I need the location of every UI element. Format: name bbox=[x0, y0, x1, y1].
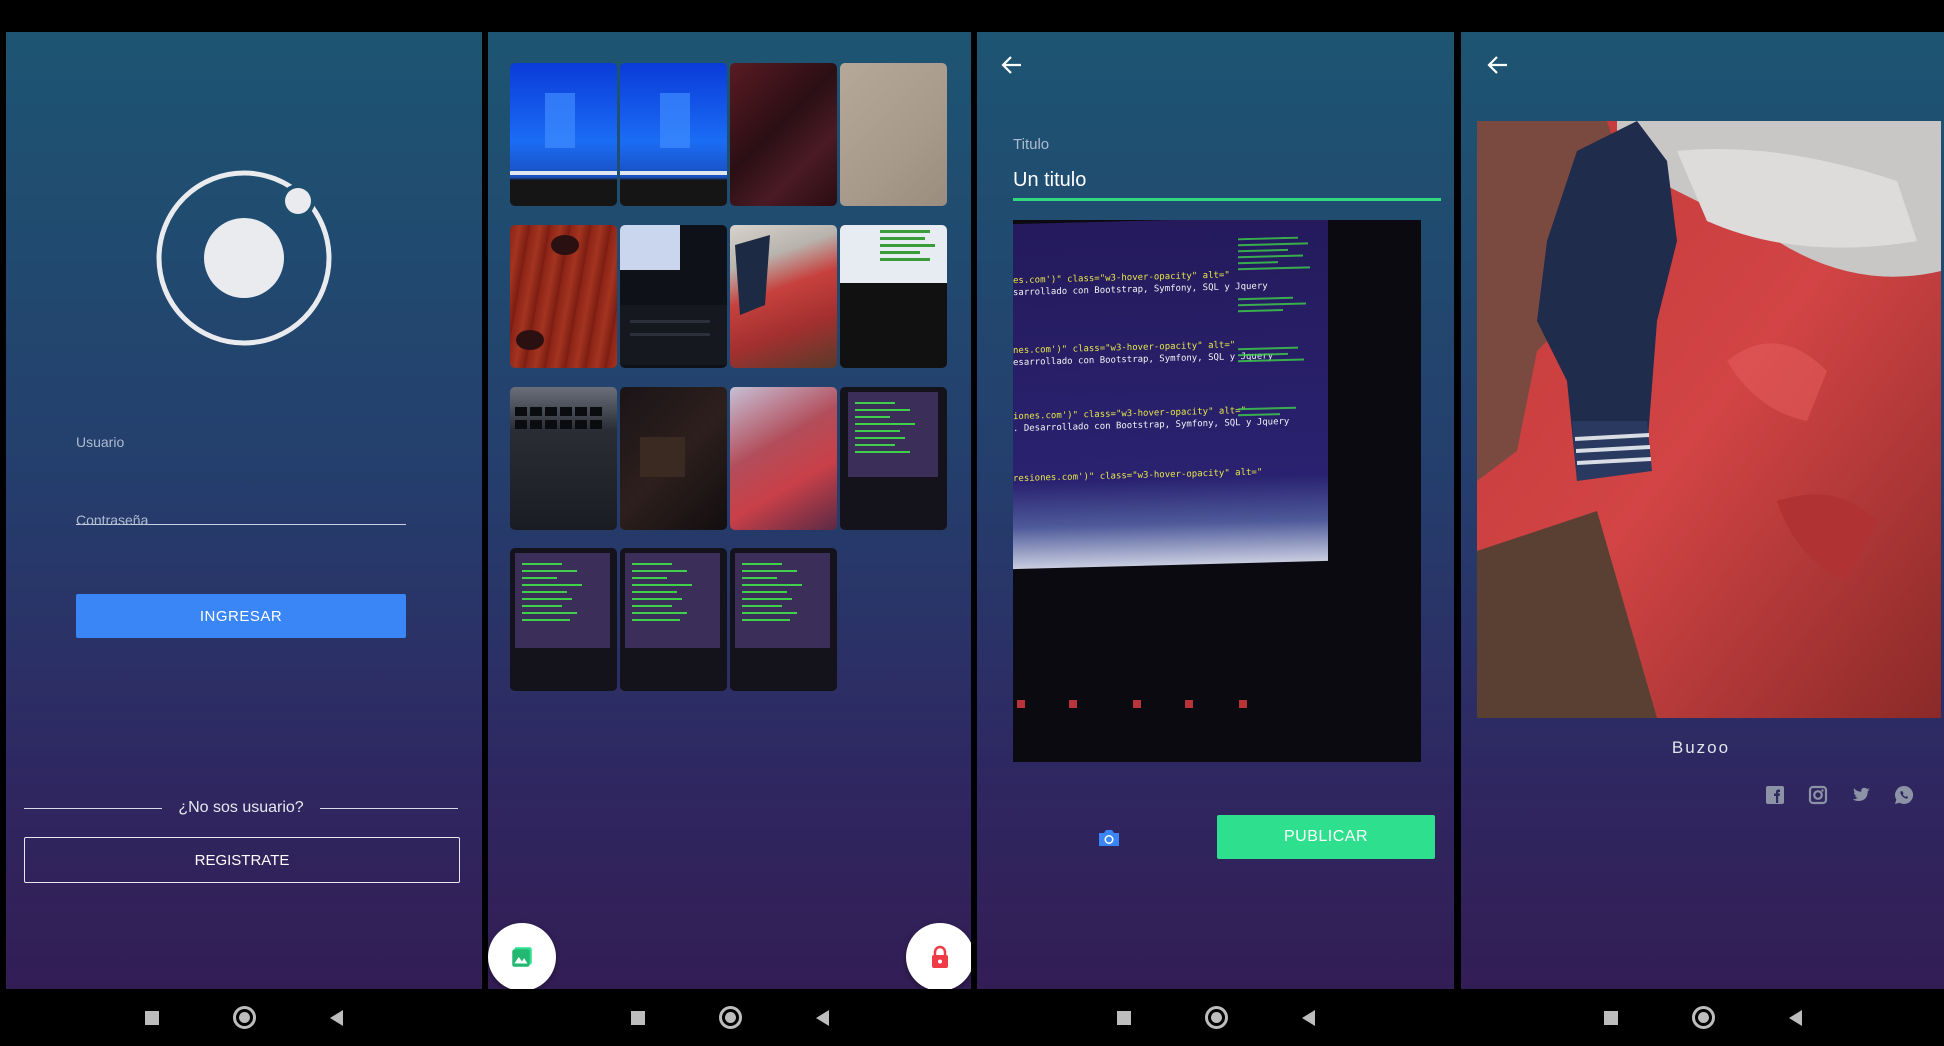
divider-line-left bbox=[24, 807, 163, 809]
photo-thumb-pink-clothes[interactable] bbox=[730, 387, 837, 530]
ionic-logo-icon bbox=[156, 170, 332, 346]
android-nav-bar-2 bbox=[488, 989, 971, 1046]
detail-photo bbox=[1477, 121, 1941, 718]
photo-thumb-dark-monitor[interactable] bbox=[620, 225, 727, 368]
recents-icon[interactable] bbox=[145, 1010, 159, 1025]
username-label: Usuario bbox=[76, 434, 125, 450]
recents-icon[interactable] bbox=[630, 1010, 645, 1025]
camera-icon[interactable] bbox=[1097, 828, 1121, 848]
android-nav-bar-1 bbox=[6, 989, 482, 1046]
gallery-fab[interactable] bbox=[488, 923, 556, 989]
gallery-icon bbox=[512, 947, 532, 967]
photo-thumb-red-fabric[interactable] bbox=[730, 63, 837, 206]
home-icon[interactable] bbox=[1691, 1006, 1715, 1029]
instagram-icon[interactable] bbox=[1807, 784, 1829, 806]
photo-thumb-code-screen-2[interactable] bbox=[510, 548, 617, 691]
whatsapp-icon[interactable] bbox=[1893, 784, 1915, 806]
back-nav-icon[interactable] bbox=[815, 1009, 829, 1026]
photo-thumb-red-jacket[interactable] bbox=[730, 225, 837, 368]
lock-icon bbox=[932, 945, 948, 968]
photo-caption: Buzoo bbox=[1671, 738, 1731, 757]
photo-thumb-blue-screen[interactable] bbox=[510, 63, 617, 206]
detail-screen: Buzoo bbox=[1461, 32, 1944, 989]
home-icon[interactable] bbox=[233, 1006, 256, 1029]
recents-icon[interactable] bbox=[1116, 1010, 1131, 1025]
taskbar-icons bbox=[1017, 700, 1247, 708]
register-button[interactable]: REGISTRATE bbox=[24, 837, 460, 883]
code-minimap bbox=[1238, 236, 1310, 417]
preview-photo: es.com')" class="w3-hover-opacity" alt="… bbox=[1013, 220, 1421, 762]
arrow-back-icon[interactable] bbox=[1487, 54, 1509, 76]
photo-thumb-laptop-keyboard[interactable] bbox=[510, 387, 617, 530]
photo-thumb-code-screen-3[interactable] bbox=[620, 548, 727, 691]
back-nav-icon[interactable] bbox=[1788, 1009, 1802, 1026]
arrow-back-icon[interactable] bbox=[1001, 54, 1023, 76]
facebook-icon[interactable] bbox=[1764, 784, 1786, 806]
photo-thumb-dark-desk[interactable] bbox=[620, 387, 727, 530]
photo-thumb-blue-screen-2[interactable] bbox=[620, 63, 727, 206]
publish-button[interactable]: PUBLICAR bbox=[1217, 815, 1435, 859]
back-nav-icon[interactable] bbox=[1301, 1009, 1315, 1026]
monitor-screen: es.com')" class="w3-hover-opacity" alt="… bbox=[1013, 220, 1328, 570]
title-input[interactable] bbox=[1013, 162, 1441, 201]
android-nav-bar-4 bbox=[1461, 989, 1944, 1046]
divider-line-right bbox=[319, 807, 459, 809]
recents-icon[interactable] bbox=[1603, 1010, 1618, 1025]
login-screen: Usuario Contraseña INGRESAR ¿No sos usua… bbox=[6, 32, 482, 989]
photo-thumb-code-screen-4[interactable] bbox=[730, 548, 837, 691]
publish-screen: Titulo es.com')" class="w3-hover-opacity… bbox=[977, 32, 1454, 989]
login-button[interactable]: INGRESAR bbox=[76, 594, 406, 638]
lock-fab[interactable] bbox=[906, 923, 971, 989]
gallery-screen bbox=[488, 32, 971, 989]
no-user-divider: ¿No sos usuario? bbox=[24, 796, 459, 820]
no-user-text: ¿No sos usuario? bbox=[178, 799, 304, 816]
code-line: resiones.com')" class="w3-hover-opacity"… bbox=[1013, 467, 1263, 485]
android-nav-bar-3 bbox=[977, 989, 1454, 1046]
photo-thumb-code-monitor[interactable] bbox=[840, 225, 947, 368]
photo-thumb-code-screen[interactable] bbox=[840, 387, 947, 530]
photo-thumb-beige-wall[interactable] bbox=[840, 63, 947, 206]
twitter-icon[interactable] bbox=[1850, 784, 1872, 806]
title-label: Titulo bbox=[1013, 136, 1050, 153]
back-nav-icon[interactable] bbox=[330, 1009, 343, 1026]
home-icon[interactable] bbox=[1204, 1006, 1228, 1029]
password-label: Contraseña bbox=[76, 512, 149, 528]
home-icon[interactable] bbox=[718, 1006, 742, 1029]
photo-thumb-red-floor[interactable] bbox=[510, 225, 617, 368]
